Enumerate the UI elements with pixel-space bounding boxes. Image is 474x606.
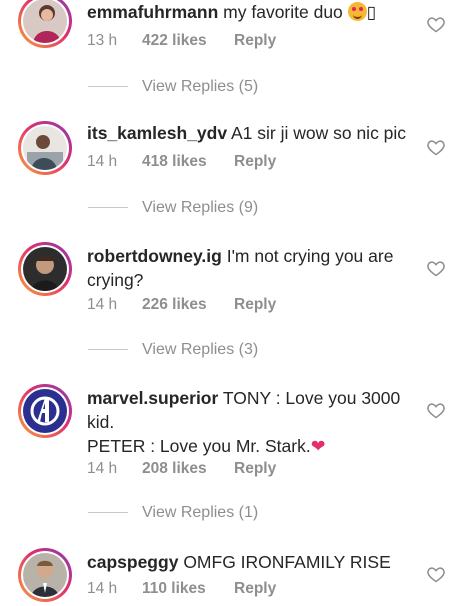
reply-button[interactable]: Reply: [234, 296, 276, 314]
comment-meta: 14 h 110 likes Reply: [87, 580, 276, 598]
divider-line: [88, 349, 128, 351]
comment-body-line2: PETER : Love you Mr. Stark.: [87, 436, 311, 456]
heart-outline-icon[interactable]: [426, 400, 446, 420]
avatar-photo: [23, 126, 67, 170]
view-replies-label: View Replies (5): [142, 78, 259, 95]
view-replies-label: View Replies (1): [142, 504, 259, 521]
comment-body: OMFG IRONFAMILY RISE: [183, 552, 391, 572]
comment-meta: 13 h 422 likes Reply: [87, 32, 276, 50]
view-replies-label: View Replies (9): [142, 199, 259, 216]
view-replies-label: View Replies (3): [142, 341, 259, 358]
unknown-glyph: ▯: [366, 3, 377, 23]
comment-likes[interactable]: 418 likes: [142, 153, 234, 171]
comment-meta: 14 h 418 likes Reply: [87, 153, 276, 171]
view-replies-button[interactable]: View Replies (3): [88, 341, 258, 359]
comment-likes[interactable]: 226 likes: [142, 296, 234, 314]
comment-text: marvel.superior TONY : Love you 3000 kid…: [87, 386, 417, 459]
heart-outline-icon[interactable]: [426, 258, 446, 278]
heart-outline-icon[interactable]: [426, 137, 446, 157]
avatar-photo: [23, 553, 67, 597]
view-replies-button[interactable]: View Replies (5): [88, 78, 258, 96]
comment-body: my favorite duo: [223, 2, 343, 22]
avatar[interactable]: [18, 121, 72, 175]
reply-button[interactable]: Reply: [234, 580, 276, 598]
avatar-photo: [23, 0, 67, 43]
comment-username[interactable]: robertdowney.ig: [87, 246, 222, 266]
divider-line: [88, 207, 128, 209]
heart-outline-icon[interactable]: [426, 564, 446, 584]
avatar-photo: [23, 247, 67, 291]
comment-likes[interactable]: 208 likes: [142, 460, 234, 478]
comment-text: robertdowney.ig I'm not crying you are c…: [87, 244, 417, 292]
avatar[interactable]: [18, 242, 72, 296]
comment-username[interactable]: emmafuhrmann: [87, 2, 218, 22]
comment-time: 13 h: [87, 32, 118, 49]
comment-time: 14 h: [87, 580, 118, 597]
comment-text: emmafuhrmann my favorite duo ▯: [87, 0, 417, 25]
view-replies-button[interactable]: View Replies (9): [88, 199, 258, 217]
comment-body: A1 sir ji wow so nic pic: [231, 123, 407, 143]
avatar[interactable]: [18, 384, 72, 438]
comment-time: 14 h: [87, 296, 118, 313]
comment-meta: 14 h 226 likes Reply: [87, 296, 276, 314]
heart-outline-icon[interactable]: [426, 14, 446, 34]
reply-button[interactable]: Reply: [234, 32, 276, 50]
comment-time: 14 h: [87, 460, 118, 477]
comment-likes[interactable]: 110 likes: [142, 580, 234, 598]
avatar[interactable]: [18, 0, 72, 48]
divider-line: [88, 86, 128, 88]
comment-likes[interactable]: 422 likes: [142, 32, 234, 50]
avatar[interactable]: [18, 548, 72, 602]
comment-text: capspeggy OMFG IRONFAMILY RISE: [87, 550, 417, 574]
reply-button[interactable]: Reply: [234, 153, 276, 171]
reply-button[interactable]: Reply: [234, 460, 276, 478]
divider-line: [88, 512, 128, 514]
pink-heart-emoji-icon: ❤: [310, 437, 326, 457]
comment-time: 14 h: [87, 153, 118, 170]
view-replies-button[interactable]: View Replies (1): [88, 504, 258, 522]
comment-text: its_kamlesh_ydv A1 sir ji wow so nic pic: [87, 121, 417, 145]
comment-username[interactable]: its_kamlesh_ydv: [87, 123, 227, 143]
comment-meta: 14 h 208 likes Reply: [87, 460, 276, 478]
comment-username[interactable]: capspeggy: [87, 552, 178, 572]
heart-eyes-emoji-icon: [347, 2, 367, 21]
comment-username[interactable]: marvel.superior: [87, 388, 218, 408]
avengers-logo-icon: [23, 389, 67, 433]
